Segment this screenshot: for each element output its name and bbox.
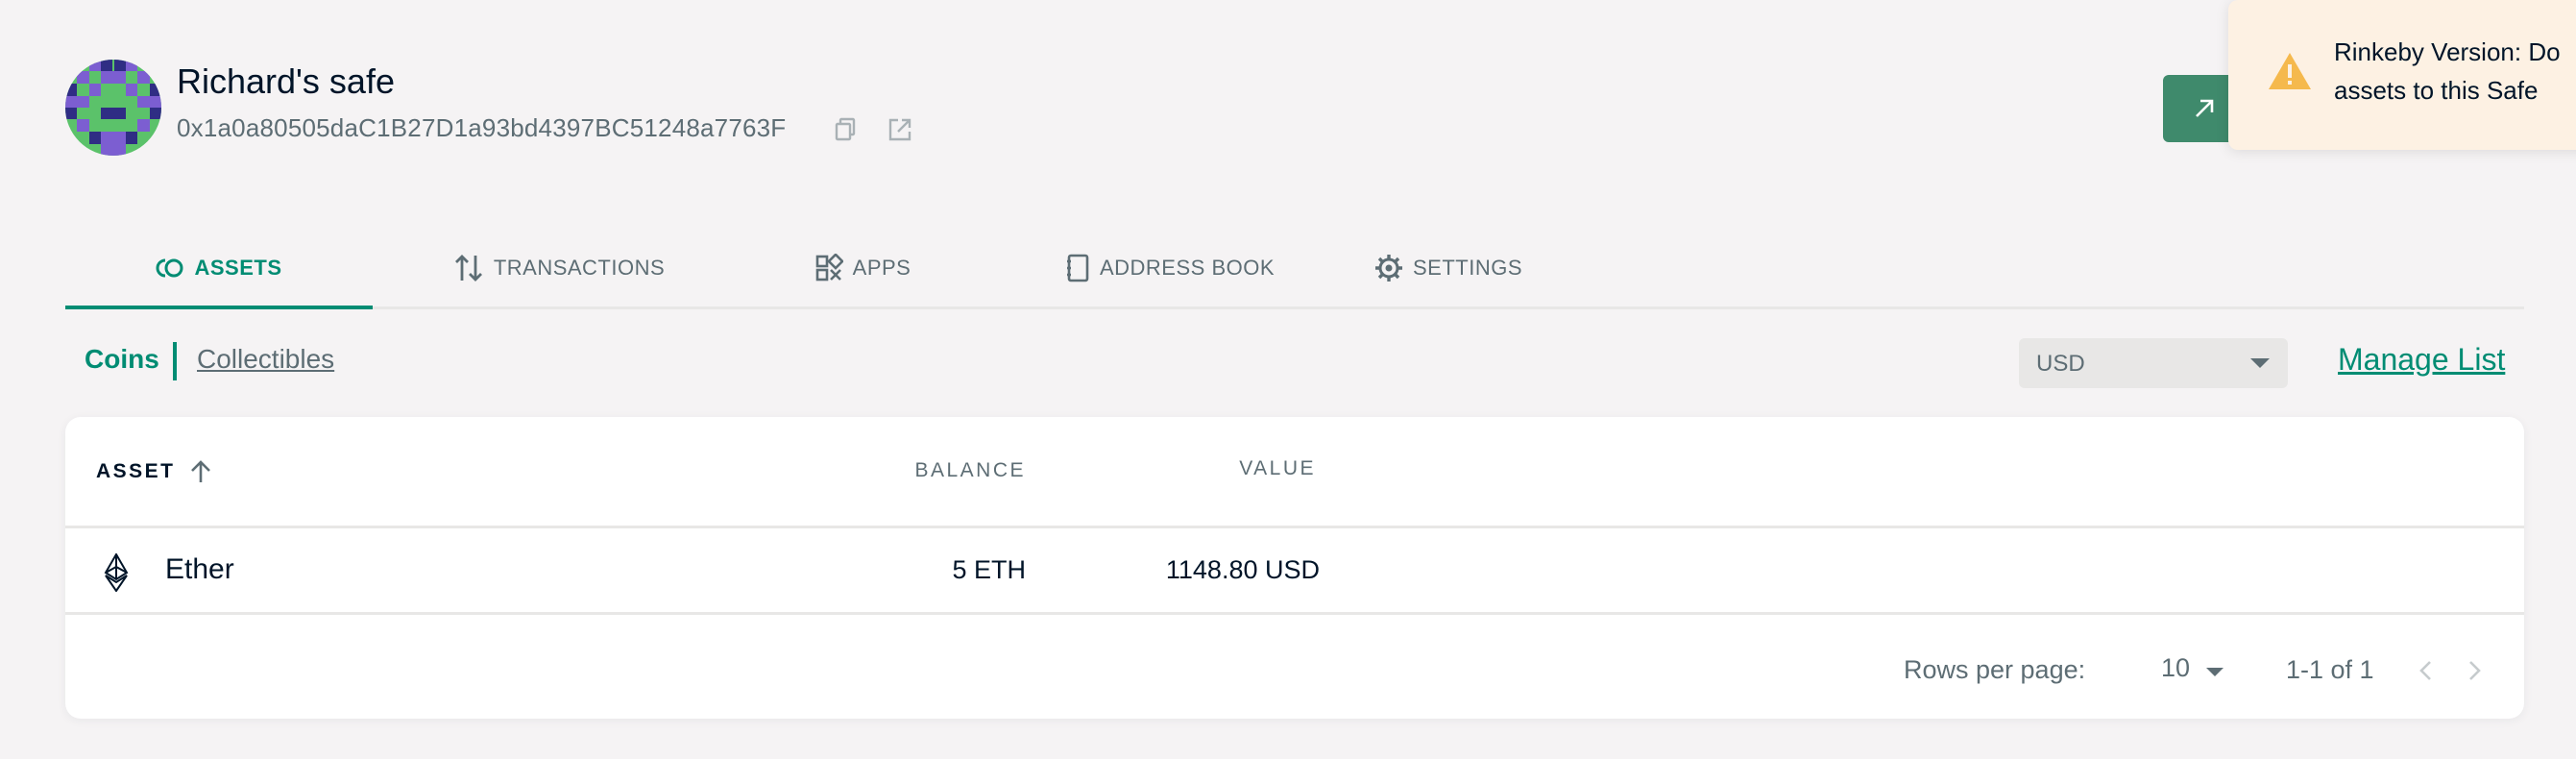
toast-message: Rinkeby Version: Do assets to this Safe bbox=[2334, 37, 2561, 105]
app-root: Richard's safe 0x1a0a80505daC1B27D1a93bd… bbox=[0, 0, 2576, 759]
safe-name: Richard's safe bbox=[177, 61, 395, 101]
assets-table: ASSET BALANCE VALUE Ether 5 ETH 1148.80 … bbox=[65, 417, 2524, 719]
tab-assets[interactable]: ASSETS bbox=[65, 227, 373, 309]
next-page-button[interactable] bbox=[2457, 653, 2491, 688]
external-link-icon[interactable] bbox=[886, 115, 914, 144]
subnav-divider bbox=[173, 342, 177, 380]
column-header-balance: BALANCE bbox=[914, 459, 1026, 481]
transactions-icon bbox=[454, 255, 482, 282]
tab-transactions[interactable]: TRANSACTIONS bbox=[415, 227, 703, 309]
currency-value: USD bbox=[2036, 351, 2085, 377]
main-tabs: ASSETS TRANSACTIONS APPS ADDRESS BOOK SE… bbox=[65, 227, 2524, 309]
tab-settings[interactable]: SETTINGS bbox=[1343, 227, 1554, 309]
asset-balance: 5 ETH bbox=[952, 555, 1026, 584]
column-header-value: VALUE bbox=[1239, 457, 1316, 479]
rows-per-page-select[interactable]: 10 bbox=[2151, 651, 2238, 690]
assets-icon bbox=[157, 258, 183, 278]
ether-icon bbox=[104, 553, 129, 592]
table-header: ASSET BALANCE VALUE bbox=[65, 417, 2524, 528]
asset-name: Ether bbox=[165, 553, 234, 585]
warning-icon bbox=[2267, 50, 2313, 92]
tab-apps[interactable]: APPS bbox=[766, 227, 959, 309]
table-row[interactable]: Ether 5 ETH 1148.80 USD bbox=[65, 530, 2524, 615]
active-tab-indicator bbox=[65, 306, 373, 309]
copy-icon[interactable] bbox=[832, 115, 861, 144]
tab-label: ASSETS bbox=[194, 256, 282, 280]
tab-label: ADDRESS BOOK bbox=[1099, 256, 1276, 280]
tab-label: TRANSACTIONS bbox=[493, 256, 666, 280]
previous-page-button[interactable] bbox=[2409, 653, 2443, 688]
tab-label: SETTINGS bbox=[1412, 256, 1522, 280]
caret-down-icon bbox=[2206, 668, 2224, 676]
tab-address-book[interactable]: ADDRESS BOOK bbox=[1026, 227, 1314, 309]
column-header-asset[interactable]: ASSET bbox=[96, 459, 212, 484]
manage-list-link[interactable]: Manage List bbox=[2338, 342, 2505, 378]
tab-label: APPS bbox=[852, 256, 911, 280]
chevron-left-icon bbox=[2419, 661, 2431, 680]
address-book-icon bbox=[1066, 254, 1089, 282]
rows-per-page-value: 10 bbox=[2161, 653, 2191, 682]
currency-select[interactable]: USD bbox=[2019, 338, 2288, 388]
sort-ascending-icon bbox=[190, 460, 210, 482]
table-pagination: Rows per page: 10 1-1 of 1 bbox=[65, 617, 2524, 719]
chevron-right-icon bbox=[2469, 661, 2481, 680]
safe-address: 0x1a0a80505daC1B27D1a93bd4397BC51248a776… bbox=[177, 113, 787, 142]
rows-per-page-label: Rows per page: bbox=[1904, 655, 2086, 684]
apps-icon bbox=[815, 254, 843, 282]
safe-avatar bbox=[65, 60, 161, 156]
network-warning-toast: Rinkeby Version: Do assets to this Safe bbox=[2228, 0, 2576, 150]
caret-down-icon bbox=[2250, 358, 2270, 368]
coins-link[interactable]: Coins bbox=[85, 344, 159, 375]
collectibles-link[interactable]: Collectibles bbox=[197, 344, 334, 375]
asset-value: 1148.80 USD bbox=[1165, 555, 1320, 584]
page-range: 1-1 of 1 bbox=[2286, 655, 2374, 684]
column-label-asset: ASSET bbox=[96, 460, 176, 482]
settings-icon bbox=[1374, 255, 1402, 282]
arrow-up-right-icon bbox=[2196, 99, 2214, 117]
